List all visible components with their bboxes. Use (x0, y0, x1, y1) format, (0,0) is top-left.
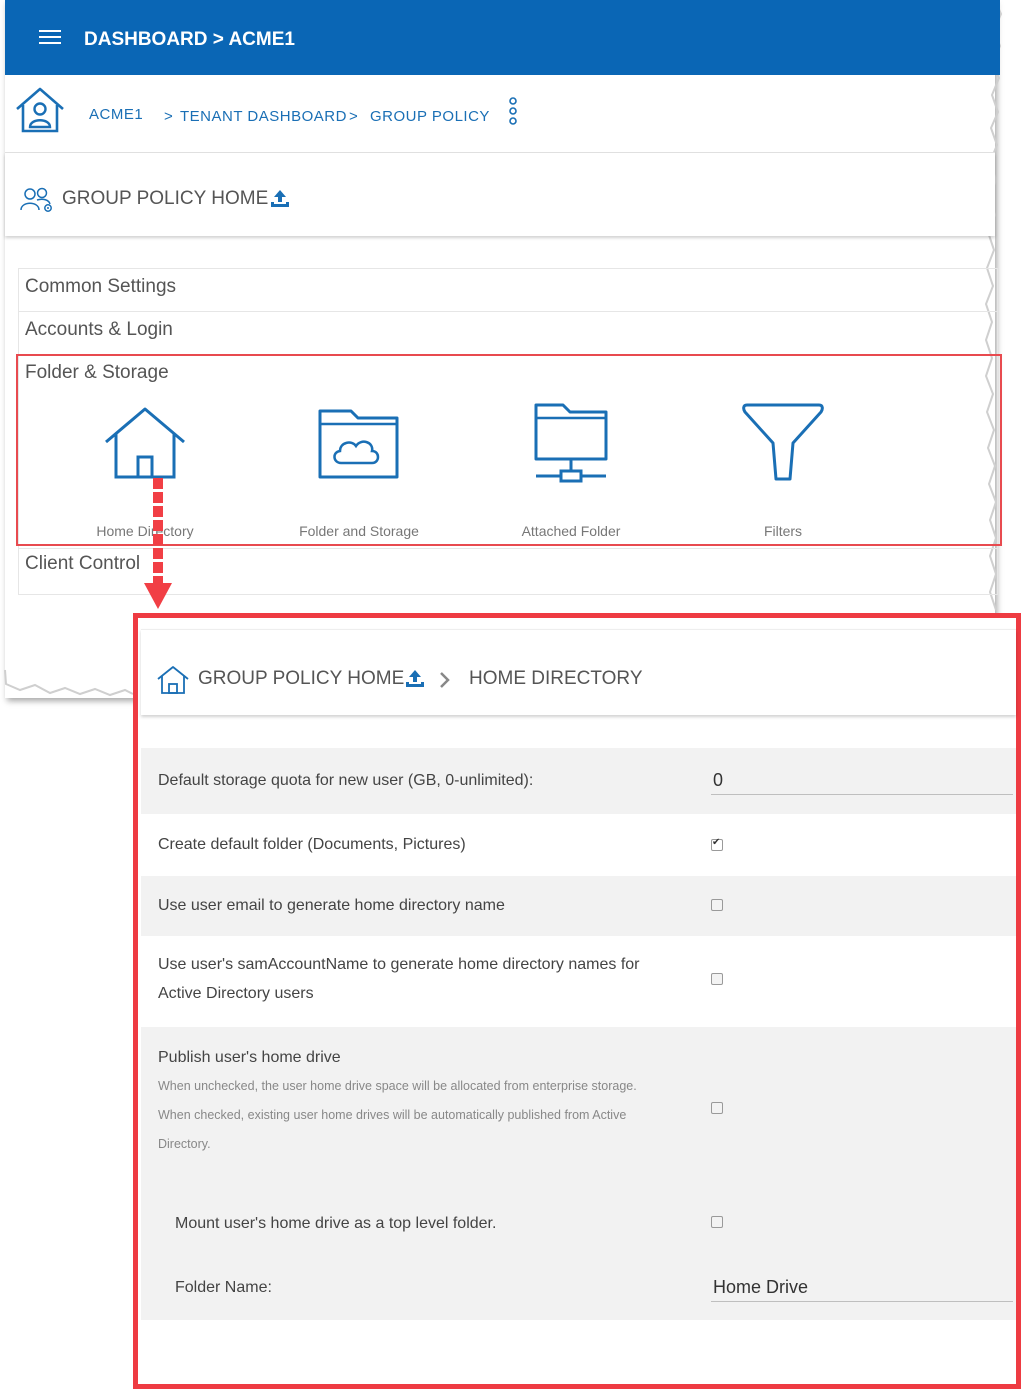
tenant-home-icon[interactable] (13, 85, 67, 135)
topbar-title: DASHBOARD > ACME1 (84, 29, 295, 50)
use-email-label: Use user email to generate home director… (158, 897, 505, 914)
group-policy-header: GROUP POLICY HOME (5, 153, 995, 236)
highlight-box (16, 354, 1002, 546)
use-sam-label-line1: Use user's samAccountName to generate ho… (158, 956, 640, 973)
users-settings-icon (20, 187, 52, 212)
upload-icon[interactable] (404, 668, 426, 690)
setting-row-use-samaccountname: Use user's samAccountName to generate ho… (141, 936, 1016, 1027)
breadcrumb-separator: > (349, 108, 358, 125)
top-navigation-bar: DASHBOARD > ACME1 (5, 0, 1000, 75)
breadcrumb-separator: > (164, 108, 173, 125)
publish-home-help-line2: When checked, existing user home drives … (158, 1108, 627, 1122)
mount-top-level-checkbox[interactable] (711, 1216, 723, 1228)
upload-icon[interactable] (269, 188, 291, 210)
use-sam-label-line2: Active Directory users (158, 985, 314, 1002)
storage-quota-input[interactable] (711, 766, 1013, 795)
setting-row-storage-quota: Default storage quota for new user (GB, … (141, 748, 1016, 814)
hamburger-menu-icon[interactable] (39, 30, 61, 48)
section-accounts-login[interactable]: Accounts & Login (19, 312, 997, 355)
chevron-right-icon (440, 672, 450, 688)
create-default-folder-checkbox[interactable] (711, 837, 723, 851)
folder-name-label: Folder Name: (175, 1279, 272, 1296)
breadcrumb-acme1[interactable]: ACME1 (89, 106, 143, 123)
publish-home-help-line1: When unchecked, the user home drive spac… (158, 1079, 637, 1093)
section-label: Client Control (25, 553, 141, 574)
storage-quota-label: Default storage quota for new user (GB, … (158, 772, 534, 789)
folder-name-input[interactable] (711, 1273, 1013, 1302)
setting-row-publish-home-drive: Publish user's home drive When unchecked… (141, 1027, 1016, 1320)
publish-home-help-line3: Directory. (158, 1137, 211, 1151)
publish-home-label-group: Publish user's home drive When unchecked… (158, 1043, 637, 1159)
home-icon[interactable] (155, 664, 191, 696)
setting-row-create-default-folder: Create default folder (Documents, Pictur… (141, 814, 1016, 876)
breadcrumb-home-directory: HOME DIRECTORY (469, 668, 643, 689)
section-label: Accounts & Login (25, 319, 173, 340)
create-default-folder-label: Create default folder (Documents, Pictur… (158, 836, 466, 853)
publish-home-label: Publish user's home drive (158, 1049, 341, 1066)
breadcrumb-tenant-dashboard[interactable]: TENANT DASHBOARD (180, 108, 347, 125)
breadcrumb-group-policy-home[interactable]: GROUP POLICY HOME (198, 668, 404, 690)
section-label: Common Settings (25, 276, 177, 297)
home-directory-header: GROUP POLICY HOME HOME DIRECTORY (141, 629, 1016, 715)
use-email-checkbox[interactable] (711, 899, 723, 911)
page-title: GROUP POLICY HOME (62, 188, 269, 209)
use-sam-label: Use user's samAccountName to generate ho… (158, 950, 640, 1008)
breadcrumb-group-policy[interactable]: GROUP POLICY (370, 108, 490, 125)
home-directory-panel: GROUP POLICY HOME HOME DIRECTORY Default… (133, 613, 1021, 1389)
breadcrumb: ACME1 > TENANT DASHBOARD > GROUP POLICY (5, 75, 995, 153)
use-sam-checkbox[interactable] (711, 973, 723, 985)
mount-top-level-label: Mount user's home drive as a top level f… (175, 1215, 497, 1232)
publish-home-checkbox[interactable] (711, 1102, 723, 1114)
more-options-icon[interactable] (507, 97, 519, 127)
setting-row-use-email: Use user email to generate home director… (141, 876, 1016, 936)
callout-arrow (153, 478, 163, 586)
section-common-settings[interactable]: Common Settings (19, 269, 997, 312)
callout-arrow-head (144, 583, 172, 609)
